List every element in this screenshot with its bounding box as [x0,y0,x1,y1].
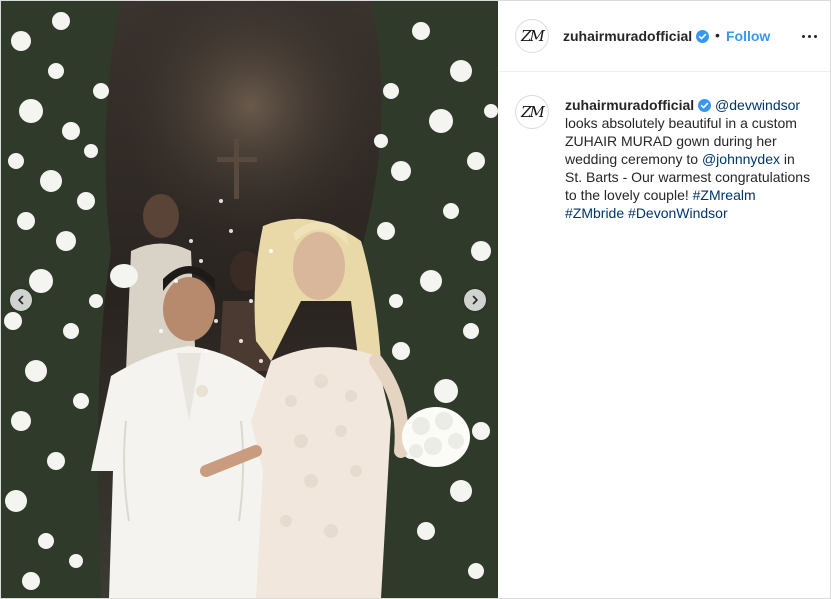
hashtag-link[interactable]: #ZMrealm [693,187,756,203]
avatar[interactable]: ZM [515,19,549,53]
wedding-photo-illustration [1,1,498,598]
bouquet [402,407,470,467]
chevron-left-icon [18,295,24,305]
mention-link[interactable]: @johnnydex [702,151,780,167]
caption-avatar[interactable]: ZM [515,95,549,129]
header-username[interactable]: zuhairmuradofficial [563,28,710,44]
next-photo-button[interactable] [464,289,486,311]
instagram-post: ZM zuhairmuradofficial • Follow ZM zuhai… [0,0,831,599]
post-header: ZM zuhairmuradofficial • Follow [499,1,830,72]
follow-button[interactable]: Follow [726,28,770,44]
separator-dot: • [715,27,720,43]
hashtag-link[interactable]: #ZMbride [565,205,624,221]
verified-badge-icon [696,30,710,43]
post-photo[interactable] [1,1,498,598]
avatar-logo: ZM [521,27,545,45]
caption-text: zuhairmuradofficial @devwindsor looks ab… [565,96,815,222]
previous-photo-button[interactable] [10,289,32,311]
avatar-logo: ZM [521,103,545,121]
mention-link[interactable]: @devwindsor [715,97,800,113]
chevron-right-icon [472,295,478,305]
verified-badge-icon [698,99,712,112]
more-options-icon[interactable] [799,27,819,45]
post-sidebar: ZM zuhairmuradofficial • Follow ZM zuhai… [499,1,830,598]
caption-username[interactable]: zuhairmuradofficial [565,97,694,113]
hashtag-link[interactable]: #DevonWindsor [628,205,728,221]
